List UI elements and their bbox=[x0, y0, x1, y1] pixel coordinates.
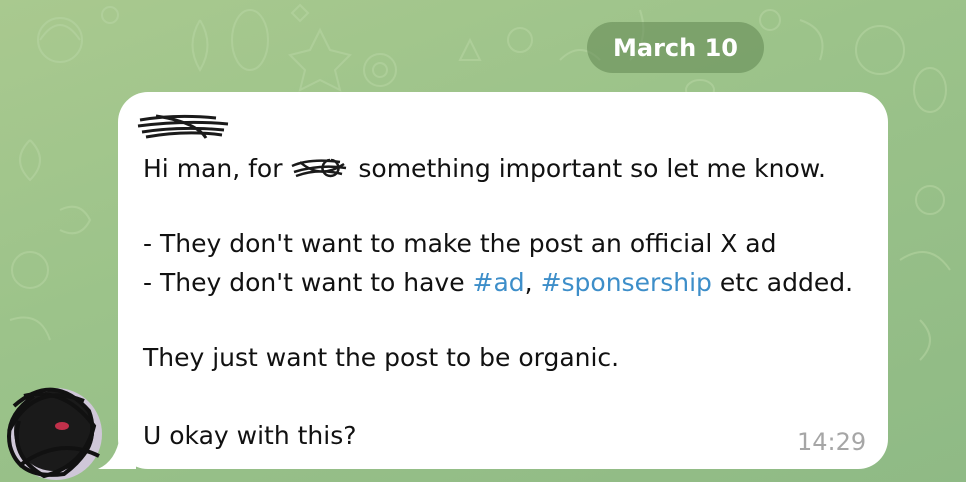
message-text: something important so let me know. bbox=[350, 154, 826, 183]
message-text: Hi man, for bbox=[143, 154, 291, 183]
hashtag-sponsership-link[interactable]: #sponsership bbox=[541, 268, 712, 297]
message-text: They just want the post to be organic. bbox=[143, 343, 620, 372]
hashtag-ad-link[interactable]: #ad bbox=[473, 268, 525, 297]
redaction-scribble bbox=[291, 158, 347, 178]
redacted-word bbox=[290, 158, 350, 182]
message-line: They just want the post to be organic. bbox=[143, 343, 619, 373]
message-line: Hi man, for something important so let m… bbox=[143, 154, 826, 184]
message-text: - They don't want to make the post an of… bbox=[143, 229, 777, 258]
redaction-scribble bbox=[137, 114, 229, 139]
date-label: March 10 bbox=[613, 33, 738, 62]
date-separator: March 10 bbox=[587, 22, 764, 73]
message-timestamp: 14:29 bbox=[797, 428, 867, 456]
message-text: etc added. bbox=[711, 268, 854, 297]
sender-avatar[interactable] bbox=[4, 376, 104, 482]
message-line: - They don't want to have #ad, #sponsers… bbox=[143, 268, 853, 298]
message-text: , bbox=[524, 268, 541, 297]
message-text: U okay with this? bbox=[143, 421, 357, 450]
message-line: U okay with this? bbox=[143, 421, 357, 451]
message-text: - They don't want to have bbox=[143, 268, 473, 297]
message-line: - They don't want to make the post an of… bbox=[143, 229, 776, 259]
